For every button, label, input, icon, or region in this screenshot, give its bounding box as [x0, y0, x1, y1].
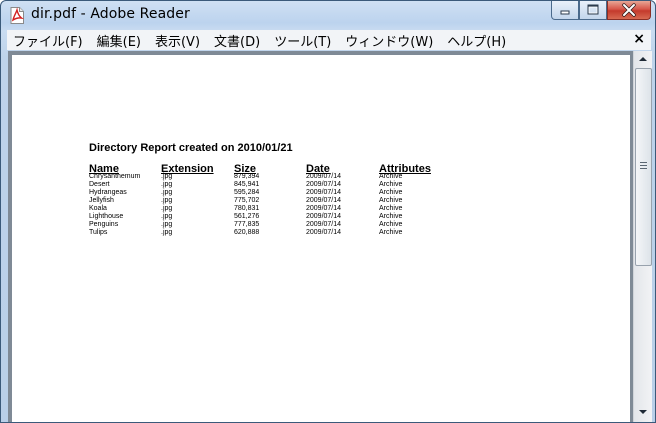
cell-size: 561,276 [234, 213, 260, 220]
arrow-up-icon [639, 57, 647, 61]
menu-edit[interactable]: 編集(E) [91, 31, 147, 50]
cell-date: 2009/07/14 [306, 221, 342, 228]
cell-date: 2009/07/14 [306, 229, 342, 236]
adobe-reader-window: dir.pdf - Adobe Reader ファイル(F) 編集(E) 表示(… [0, 0, 656, 423]
menu-view[interactable]: 表示(V) [149, 31, 206, 50]
cell-name: Hydrangeas [89, 189, 127, 196]
thumb-grip-line [640, 165, 647, 166]
scroll-up-button[interactable] [635, 51, 651, 67]
cell-extension: .jpg [161, 189, 173, 196]
cell-size: 780,831 [234, 205, 260, 212]
cell-size: 620,888 [234, 229, 260, 236]
cell-name: Penguins [89, 221, 119, 228]
cell-extension: .jpg [161, 181, 173, 188]
cell-attributes: Archive [379, 173, 403, 180]
cell-attributes: Archive [379, 213, 403, 220]
menu-help[interactable]: ヘルプ(H) [441, 31, 512, 50]
cell-name: Koala [89, 205, 107, 212]
cell-attributes: Archive [379, 181, 403, 188]
maximize-icon [587, 4, 599, 15]
cell-attributes: Archive [379, 229, 403, 236]
vertical-scrollbar[interactable] [633, 51, 652, 422]
cell-extension: .jpg [161, 229, 173, 236]
window-title: dir.pdf - Adobe Reader [31, 6, 190, 22]
cell-attributes: Archive [379, 205, 403, 212]
menu-tools[interactable]: ツール(T) [268, 31, 337, 50]
cell-extension: .jpg [161, 213, 173, 220]
cell-date: 2009/07/14 [306, 213, 342, 220]
menu-window[interactable]: ウィンドウ(W) [339, 31, 439, 50]
cell-name: Lighthouse [89, 213, 124, 220]
cell-extension: .jpg [161, 221, 173, 228]
cell-size: 879,394 [234, 173, 260, 180]
arrow-down-icon [639, 410, 647, 414]
menu-file[interactable]: ファイル(F) [7, 31, 89, 50]
close-button[interactable] [607, 1, 651, 20]
close-icon [622, 3, 636, 17]
maximize-button[interactable] [579, 1, 607, 20]
menu-bar: ファイル(F) 編集(E) 表示(V) 文書(D) ツール(T) ウィンドウ(W… [7, 30, 651, 50]
scroll-down-button[interactable] [635, 404, 651, 420]
cell-name: Jellyfish [89, 197, 114, 204]
minimize-button[interactable] [551, 1, 579, 20]
cell-extension: .jpg [161, 173, 173, 180]
pdf-page: Directory Report created on 2010/01/21 N… [12, 55, 630, 422]
cell-date: 2009/07/14 [306, 173, 342, 180]
cell-attributes: Archive [379, 189, 403, 196]
scroll-thumb[interactable] [635, 68, 652, 266]
cell-size: 777,835 [234, 221, 260, 228]
cell-size: 775,702 [234, 197, 260, 204]
cell-date: 2009/07/14 [306, 181, 342, 188]
cell-date: 2009/07/14 [306, 189, 342, 196]
pdf-file-icon [9, 7, 25, 24]
report-title: Directory Report created on 2010/01/21 [89, 142, 293, 154]
cell-size: 595,284 [234, 189, 260, 196]
close-document-button[interactable]: × [633, 31, 645, 47]
cell-name: Desert [89, 181, 110, 188]
document-area: Directory Report created on 2010/01/21 N… [8, 51, 633, 422]
cell-extension: .jpg [161, 205, 173, 212]
cell-name: Chrysanthemum [89, 173, 141, 180]
thumb-grip-line [640, 162, 647, 163]
cell-extension: .jpg [161, 197, 173, 204]
caption-buttons [551, 1, 651, 21]
cell-name: Tulips [89, 229, 108, 236]
cell-date: 2009/07/14 [306, 197, 342, 204]
cell-attributes: Archive [379, 197, 403, 204]
menu-document[interactable]: 文書(D) [208, 31, 266, 50]
minimize-icon [560, 10, 570, 15]
thumb-grip-line [640, 168, 647, 169]
title-bar[interactable]: dir.pdf - Adobe Reader [1, 1, 655, 29]
cell-size: 845,941 [234, 181, 260, 188]
cell-date: 2009/07/14 [306, 205, 342, 212]
cell-attributes: Archive [379, 221, 403, 228]
